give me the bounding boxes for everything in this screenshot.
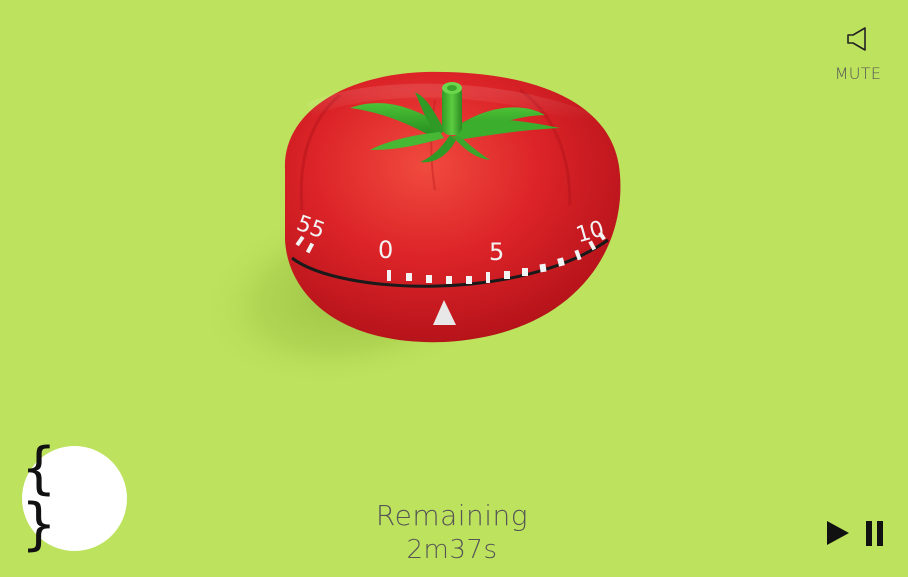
remaining-time: 2m37s: [406, 535, 498, 565]
dial-number-5: 5: [489, 238, 504, 266]
mute-button[interactable]: MUTE: [826, 26, 890, 96]
curly-braces-icon: { }: [22, 435, 60, 557]
remaining-label: Remaining: [375, 499, 529, 532]
playback-controls: [822, 516, 892, 550]
play-icon: [827, 521, 849, 545]
tomato-timer-dial[interactable]: 55 0 5 10: [190, 40, 660, 400]
pause-icon: [866, 521, 883, 546]
mute-label: MUTE: [834, 64, 882, 83]
tomato-illustration: 55 0 5 10: [192, 71, 621, 390]
remaining-status: Remaining 2m37s: [352, 498, 552, 566]
pause-button[interactable]: [862, 516, 892, 550]
logo-button[interactable]: { }: [22, 440, 127, 552]
play-button[interactable]: [822, 516, 852, 550]
dial-number-0: 0: [378, 236, 393, 264]
speaker-icon: [847, 27, 866, 51]
timer-app: MUTE 55 0 5 10 {} Remaining 2m37s: [0, 0, 908, 577]
